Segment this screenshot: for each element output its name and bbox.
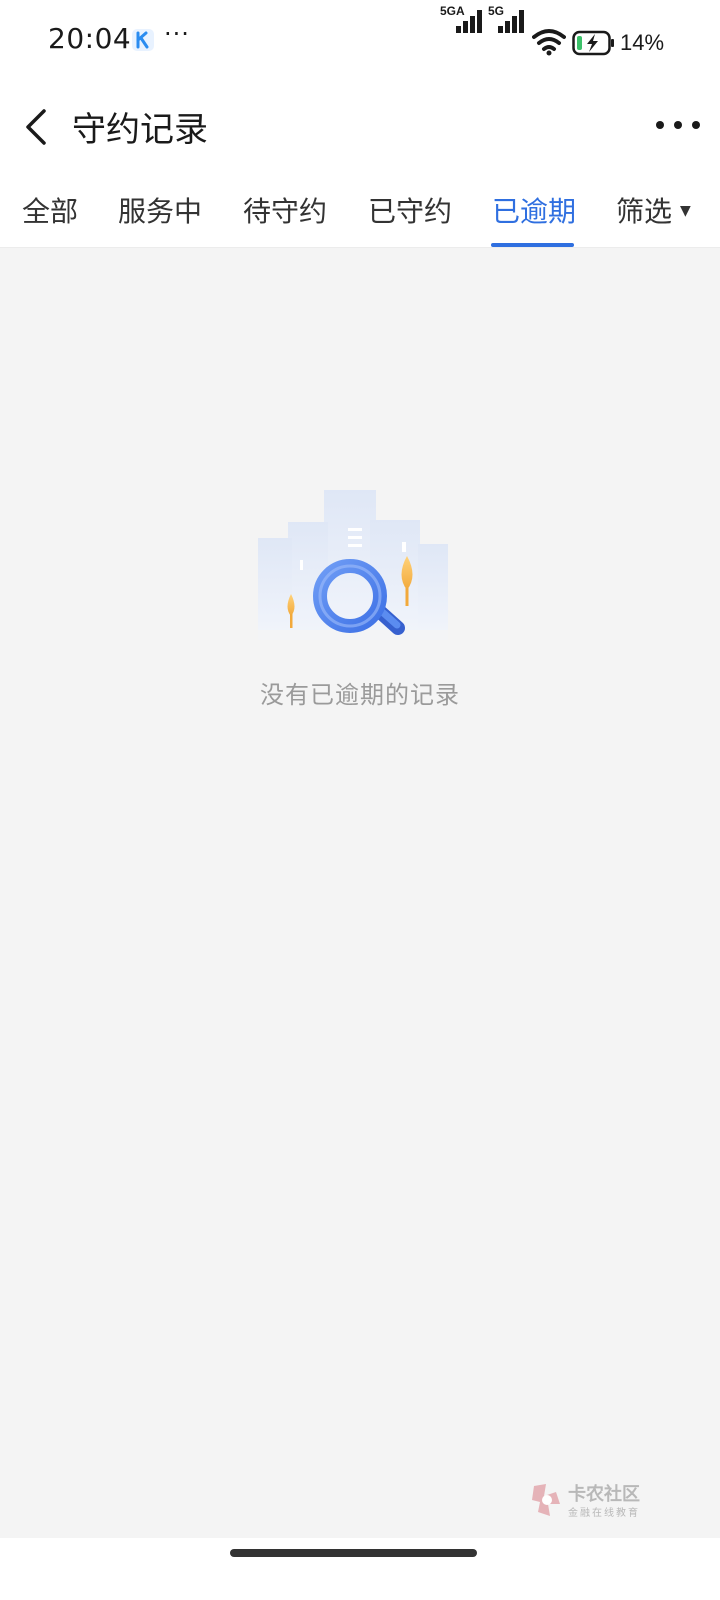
status-time: 20:04: [48, 22, 132, 55]
tab-pending[interactable]: 待守约: [243, 190, 327, 230]
watermark-subtitle: 金融在线教育: [568, 1508, 640, 1519]
tab-bar: 全部 服务中 待守约 已守约 已逾期 筛选 ▼: [0, 170, 720, 248]
tab-all[interactable]: 全部: [22, 190, 78, 230]
active-tab-indicator: [491, 243, 574, 247]
empty-state-message: 没有已逾期的记录: [260, 681, 460, 709]
kanong-logo-icon: [532, 1484, 560, 1516]
app-notification-icon: [132, 29, 154, 51]
navigation-bar: 守约记录: [0, 84, 720, 170]
content-area: 没有已逾期的记录: [0, 248, 720, 1568]
wifi-icon: [532, 29, 566, 56]
watermark-title: 卡农社区: [568, 1484, 640, 1505]
page-title: 守约记录: [72, 110, 208, 150]
watermark: 卡农社区 金融在线教育: [530, 1478, 660, 1524]
more-options-button[interactable]: [654, 110, 702, 140]
cellular-signal-icon: [456, 10, 482, 33]
home-indicator[interactable]: [230, 1549, 477, 1557]
empty-search-illustration: [258, 490, 458, 660]
battery-percentage: 14%: [620, 30, 665, 55]
caret-down-icon: ▼: [680, 203, 691, 219]
battery-charging-icon: [572, 30, 614, 56]
tab-fulfilled[interactable]: 已守约: [368, 190, 452, 230]
status-more-indicator: ···: [164, 20, 190, 48]
gesture-navigation-area: [0, 1538, 720, 1600]
tab-in-service[interactable]: 服务中: [118, 190, 202, 230]
status-bar: 20:04 ··· 5GA 5G 14%: [0, 0, 720, 84]
filter-label: 筛选: [616, 195, 673, 228]
tab-overdue[interactable]: 已逾期: [492, 190, 576, 230]
filter-button[interactable]: 筛选 ▼: [616, 190, 691, 230]
back-button[interactable]: [16, 102, 60, 152]
cellular-signal-icon: [498, 10, 524, 33]
